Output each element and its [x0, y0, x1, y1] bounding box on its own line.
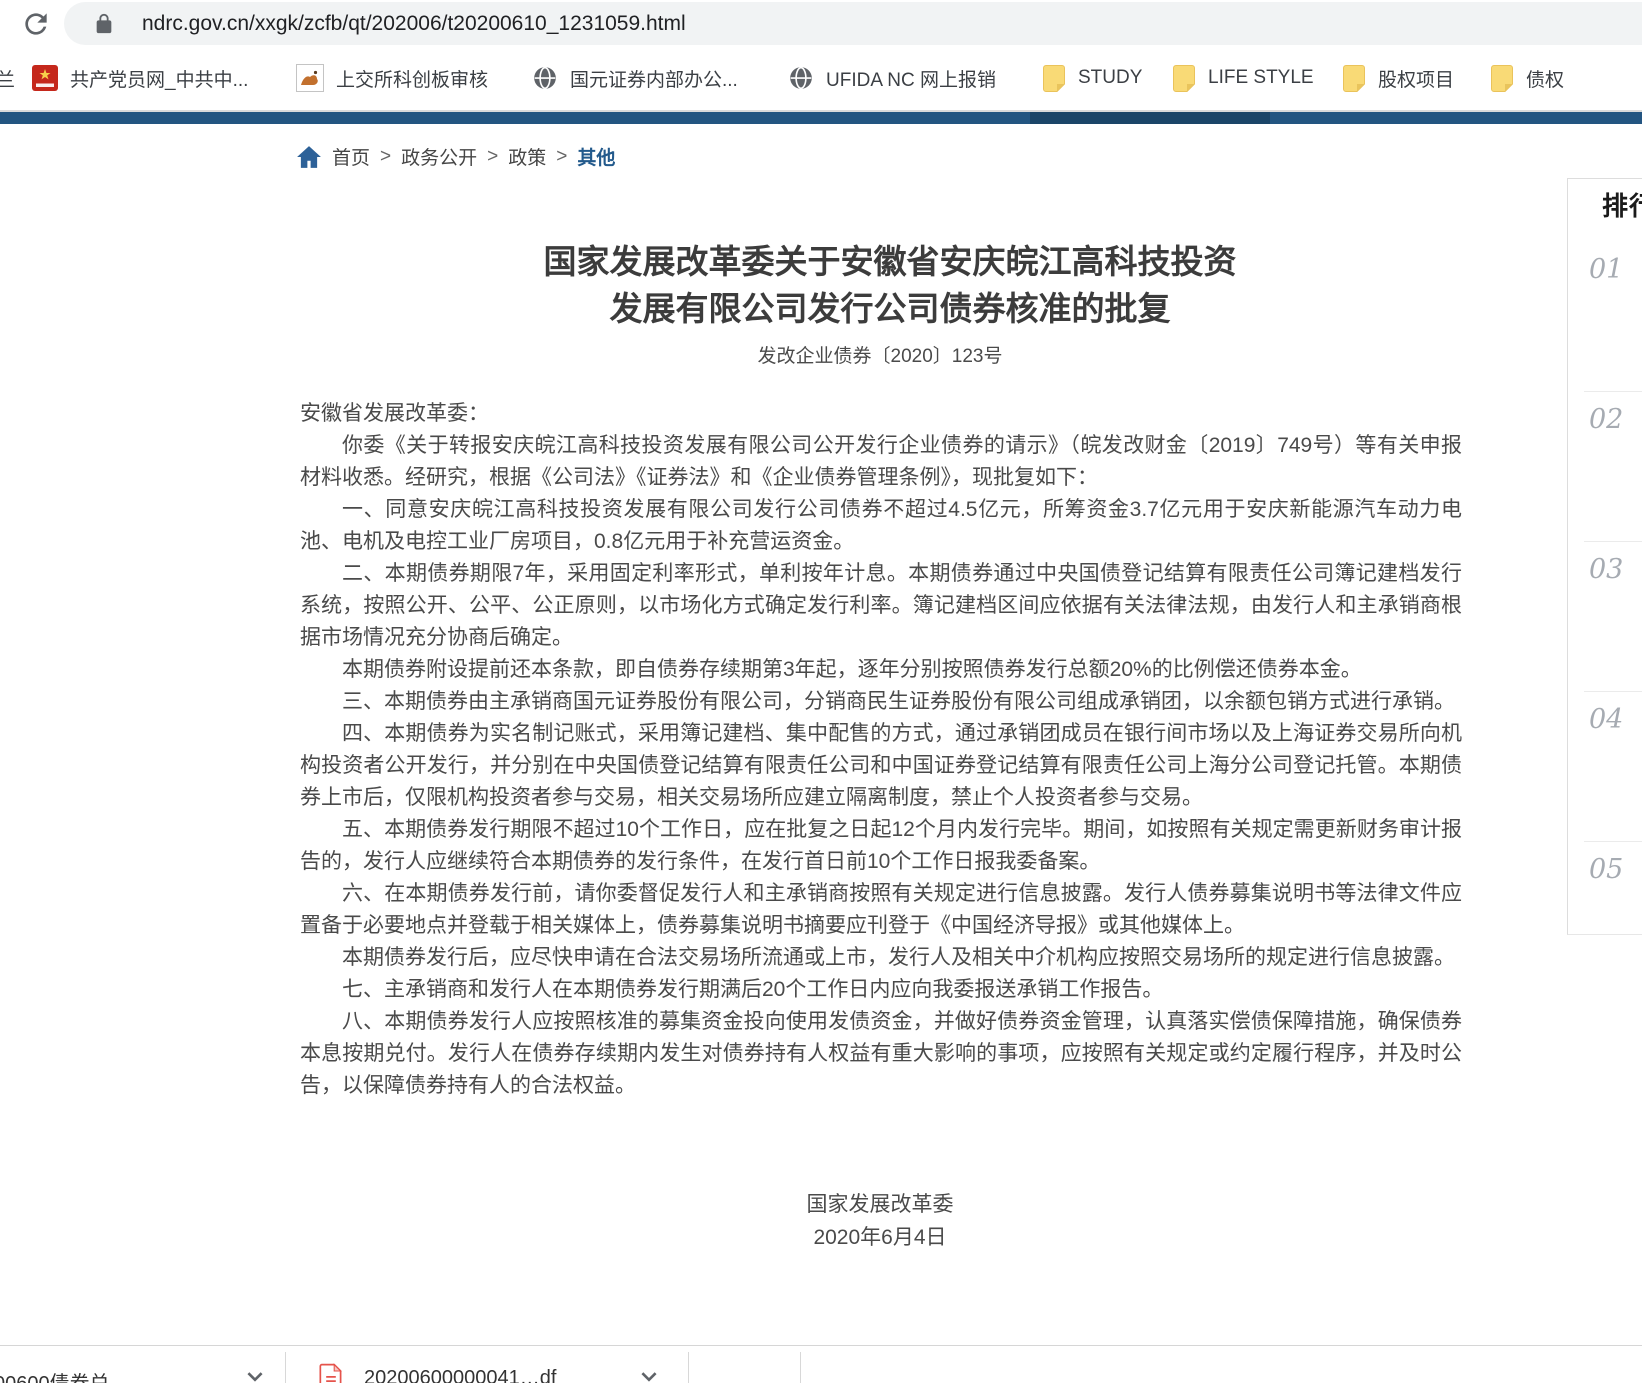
bookmark-label: 国元证券内部办公...	[570, 65, 738, 92]
page-title-line1: 国家发展改革委关于安徽省安庆皖江高科技投资	[310, 238, 1470, 285]
ranking-number: 01	[1584, 242, 1642, 285]
site-nav-active-segment	[1030, 112, 1270, 124]
breadcrumb-xxgk[interactable]: 政务公开	[401, 143, 477, 170]
bookmark-item[interactable]: STUDY	[1042, 61, 1142, 95]
signature-issuer: 国家发展改革委	[300, 1188, 1460, 1221]
bookmark-label: STUDY	[1078, 67, 1142, 89]
divider	[285, 1352, 286, 1383]
browser-toolbar: ndrc.gov.cn/xxgk/zcfb/qt/202006/t2020061…	[0, 0, 1642, 50]
signature-date: 2020年6月4日	[300, 1221, 1460, 1254]
paragraph: 五、本期债券发行期限不超过10个工作日，应在批复之日起12个月内发行完毕。期间，…	[300, 814, 1462, 878]
bookmark-label: LIFE STYLE	[1208, 67, 1314, 89]
bookmark-label: 债权	[1526, 65, 1564, 92]
breadcrumb-separator: >	[556, 146, 567, 168]
ranking-number: 05	[1584, 842, 1642, 885]
article-body: 安徽省发展改革委： 你委《关于转报安庆皖江高科技投资发展有限公司公开发行企业债券…	[300, 398, 1462, 1102]
breadcrumb: 首页 > 政务公开 > 政策 > 其他	[296, 143, 615, 170]
site-nav-bar	[0, 112, 1642, 124]
paragraph: 安徽省发展改革委：	[300, 398, 1462, 430]
globe-icon	[532, 65, 558, 91]
paragraph: 八、本期债券发行人应按照核准的募集资金投向使用发债资金，并做好债券资金管理，认真…	[300, 1006, 1462, 1102]
paragraph: 本期债券发行后，应尽快申请在合法交易场所流通或上市，发行人及相关中介机构应按照交…	[300, 942, 1462, 974]
breadcrumb-current: 其他	[577, 143, 615, 170]
lock-icon[interactable]	[93, 13, 115, 35]
url-text[interactable]: ndrc.gov.cn/xxgk/zcfb/qt/202006/t2020061…	[142, 12, 686, 36]
bookmark-item[interactable]: LIFE STYLE	[1172, 61, 1314, 95]
bookmark-item[interactable]: 兰	[0, 61, 15, 95]
ranking-sidebar: 排行 01 02 03 04 05	[1567, 178, 1642, 935]
paragraph: 二、本期债券期限7年，采用固定利率形式，单利按年计息。本期债券通过中央国债登记结…	[300, 558, 1462, 654]
bookmark-label: UFIDA NC 网上报销	[826, 65, 996, 92]
paragraph: 四、本期债券为实名制记账式，采用簿记建档、集中配售的方式，通过承销团成员在银行间…	[300, 718, 1462, 814]
page-title: 国家发展改革委关于安徽省安庆皖江高科技投资 发展有限公司发行公司债券核准的批复	[310, 238, 1470, 332]
bookmark-label: 上交所科创板审核	[336, 65, 488, 92]
page-title-line2: 发展有限公司发行公司债券核准的批复	[310, 285, 1470, 332]
home-icon[interactable]	[296, 145, 322, 169]
bookmark-label: 股权项目	[1378, 65, 1454, 92]
ranking-item[interactable]: 01	[1584, 242, 1642, 392]
downloads-bar: 00600债券兑 20200600000041…df	[0, 1345, 1642, 1383]
ranking-item[interactable]: 02	[1584, 392, 1642, 542]
breadcrumb-separator: >	[487, 146, 498, 168]
reload-icon[interactable]	[20, 8, 52, 40]
bookmark-item[interactable]: 债权	[1490, 61, 1564, 95]
bookmark-item[interactable]: 股权项目	[1342, 61, 1454, 95]
bookmark-item[interactable]: UFIDA NC 网上报销	[788, 61, 996, 95]
chevron-down-icon[interactable]	[246, 1371, 264, 1382]
bookmark-item[interactable]: 上交所科创板审核	[296, 61, 488, 95]
breadcrumb-separator: >	[380, 146, 391, 168]
paragraph: 三、本期债券由主承销商国元证券股份有限公司，分销商民生证券股份有限公司组成承销团…	[300, 686, 1462, 718]
folder-icon	[1172, 64, 1196, 92]
bookmark-item[interactable]: 共产党员网_中共中...	[32, 61, 248, 95]
ranking-header: 排行	[1568, 179, 1642, 242]
ranking-item[interactable]: 05	[1584, 842, 1642, 935]
paragraph: 你委《关于转报安庆皖江高科技投资发展有限公司公开发行企业债券的请示》（皖发改财金…	[300, 430, 1462, 494]
paragraph: 六、在本期债券发行前，请你委督促发行人和主承销商按照有关规定进行信息披露。发行人…	[300, 878, 1462, 942]
breadcrumb-zhengce[interactable]: 政策	[508, 143, 546, 170]
download-filename[interactable]: 00600债券兑	[0, 1367, 110, 1383]
chevron-down-icon[interactable]	[640, 1371, 658, 1382]
bookmark-label: 共产党员网_中共中...	[70, 65, 248, 92]
ranking-item[interactable]: 03	[1584, 542, 1642, 692]
folder-icon	[1490, 64, 1514, 92]
party-emblem-icon	[32, 65, 58, 91]
ranking-number: 04	[1584, 692, 1642, 735]
ranking-number: 03	[1584, 542, 1642, 585]
ranking-item[interactable]: 04	[1584, 692, 1642, 842]
signature-block: 国家发展改革委 2020年6月4日	[300, 1188, 1460, 1254]
ranking-number: 02	[1584, 392, 1642, 435]
picture-thumbnail-icon	[296, 64, 324, 92]
divider	[800, 1352, 801, 1383]
paragraph: 七、主承销商和发行人在本期债券发行期满后20个工作日内应向我委报送承销工作报告。	[300, 974, 1462, 1006]
pdf-icon	[318, 1363, 344, 1383]
bookmarks-bar: 兰 共产党员网_中共中... 上交所科创板审核 国元证券内部办公...	[0, 52, 1642, 104]
globe-icon	[788, 65, 814, 91]
folder-icon	[1342, 64, 1366, 92]
download-filename[interactable]: 20200600000041…df	[364, 1367, 556, 1383]
paragraph: 一、同意安庆皖江高科技投资发展有限公司发行公司债券不超过4.5亿元，所筹资金3.…	[300, 494, 1462, 558]
document-number: 发改企业债券〔2020〕123号	[300, 341, 1460, 368]
address-bar[interactable]: ndrc.gov.cn/xxgk/zcfb/qt/202006/t2020061…	[64, 2, 1642, 45]
divider	[688, 1352, 689, 1383]
bookmark-label: 兰	[0, 65, 15, 92]
paragraph: 本期债券附设提前还本条款，即自债券存续期第3年起，逐年分别按照债券发行总额20%…	[300, 654, 1462, 686]
folder-icon	[1042, 64, 1066, 92]
browser-window: ndrc.gov.cn/xxgk/zcfb/qt/202006/t2020061…	[0, 0, 1642, 1383]
breadcrumb-home[interactable]: 首页	[332, 143, 370, 170]
bookmark-item[interactable]: 国元证券内部办公...	[532, 61, 738, 95]
